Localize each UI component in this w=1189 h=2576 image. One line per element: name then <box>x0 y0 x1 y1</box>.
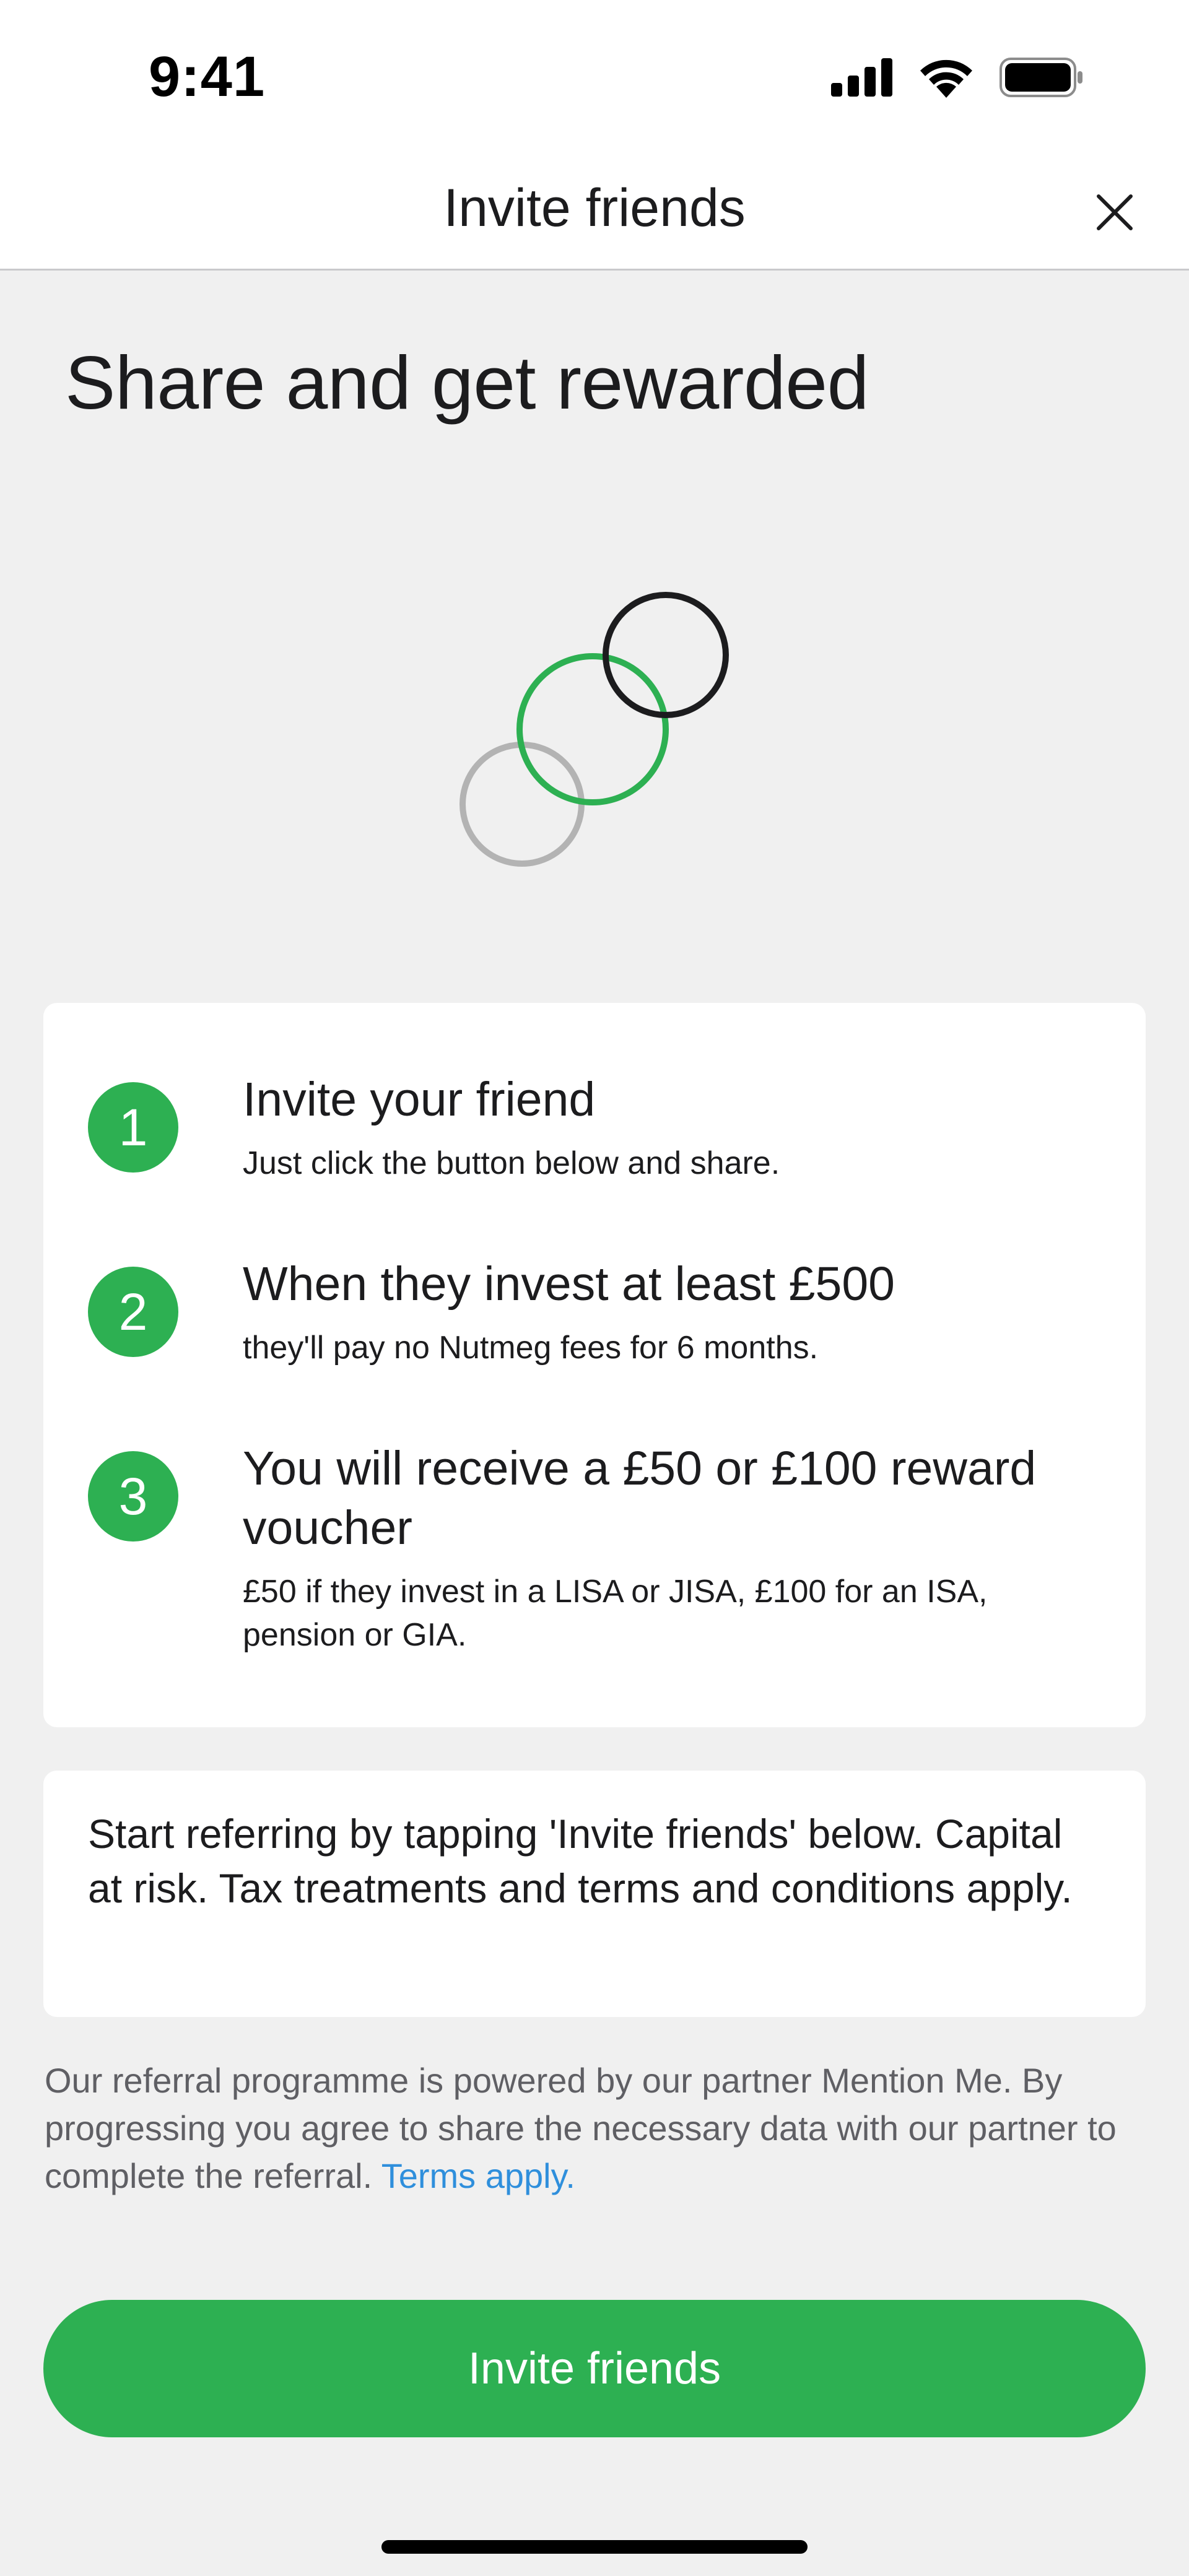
step-number-badge: 3 <box>88 1451 178 1542</box>
status-bar: 9:41 <box>0 0 1189 158</box>
step-number-badge: 2 <box>88 1267 178 1357</box>
step-number-badge: 1 <box>88 1082 178 1173</box>
terms-link[interactable]: Terms apply. <box>381 2156 575 2195</box>
close-icon <box>1096 194 1133 234</box>
disclaimer-text: Our referral programme is powered by our… <box>45 2061 1117 2195</box>
steps-card: 1 Invite your friend Just click the butt… <box>43 1003 1146 1727</box>
step-title: Invite your friend <box>243 1073 596 1126</box>
page-title: Invite friends <box>443 178 746 238</box>
close-button[interactable] <box>1084 183 1146 245</box>
cellular-signal-icon <box>831 58 893 100</box>
wifi-icon <box>918 57 975 101</box>
status-time: 9:41 <box>149 45 266 108</box>
step-title: When they invest at least £500 <box>243 1257 895 1311</box>
step-description: they'll pay no Nutmeg fees for 6 months. <box>243 1330 819 1366</box>
step-description: Just click the button below and share. <box>243 1145 780 1181</box>
invite-friends-button[interactable]: Invite friends <box>43 2300 1146 2437</box>
disclaimer: Our referral programme is powered by our… <box>45 2057 1153 2200</box>
battery-icon <box>1000 58 1084 100</box>
home-indicator[interactable] <box>381 2540 808 2554</box>
headline: Share and get rewarded <box>65 340 869 425</box>
notice-text: Start referring by tapping 'Invite frien… <box>88 1811 1073 1911</box>
notice-card: Start referring by tapping 'Invite frien… <box>43 1771 1146 2017</box>
invite-friends-button-label: Invite friends <box>468 2344 721 2393</box>
linked-circles-icon <box>433 576 756 885</box>
step-description: £50 if they invest in a LISA or JISA, £1… <box>243 1574 988 1653</box>
step-title: You will receive a £50 or £100 reward vo… <box>243 1442 1037 1555</box>
nav-header: Invite friends <box>0 158 1189 271</box>
status-icons <box>831 57 1084 101</box>
